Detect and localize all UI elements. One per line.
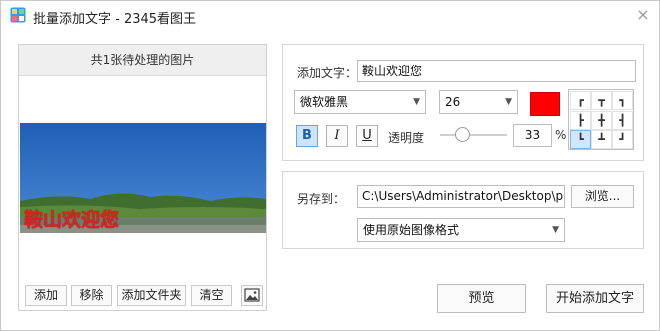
opacity-slider-track[interactable]	[440, 134, 507, 136]
image-format-select[interactable]: 使用原始图像格式 ▼	[357, 218, 565, 242]
position-middle-right-button[interactable]: ┫	[612, 110, 633, 130]
bold-button[interactable]: B	[296, 125, 318, 147]
position-bottom-center-button[interactable]: ┻	[591, 130, 612, 149]
font-family-select[interactable]: 微软雅黑 ▼	[294, 90, 426, 114]
chevron-down-icon: ▼	[413, 97, 420, 107]
underline-button[interactable]: U	[356, 125, 378, 147]
preview-button[interactable]: 预览	[437, 284, 526, 313]
chevron-down-icon: ▼	[552, 225, 559, 235]
position-top-left-button[interactable]: ┏	[570, 91, 591, 110]
font-family-value: 微软雅黑	[300, 95, 349, 109]
font-size-select[interactable]: 26 ▼	[439, 90, 518, 114]
save-path-field[interactable]: C:\Users\Administrator\Desktop\pic\	[357, 185, 565, 208]
position-top-right-button[interactable]: ┓	[612, 91, 633, 110]
add-image-button[interactable]: 添加	[25, 285, 67, 306]
save-to-label: 另存到：	[297, 192, 346, 206]
font-size-value: 26	[445, 95, 461, 109]
position-top-center-button[interactable]: ┳	[591, 91, 612, 110]
window-title: 批量添加文字 - 2345看图王	[33, 12, 197, 27]
text-color-swatch[interactable]	[530, 92, 560, 116]
image-format-value: 使用原始图像格式	[363, 223, 460, 237]
image-count-header: 共1张待处理的图片	[19, 45, 266, 76]
app-icon	[10, 7, 26, 23]
italic-button[interactable]: I	[326, 125, 348, 147]
image-icon[interactable]	[241, 285, 263, 306]
browse-button[interactable]: 浏览...	[571, 185, 634, 208]
close-icon[interactable]: ×	[633, 5, 653, 25]
batch-add-text-window: 批量添加文字 - 2345看图王 × 共1张待处理的图片 鞍山欢迎您 添加 移除…	[0, 0, 660, 331]
position-bottom-right-button[interactable]: ┛	[612, 130, 633, 149]
clear-list-button[interactable]: 清空	[191, 285, 232, 306]
position-grid: ┏ ┳ ┓ ┣ ╋ ┫ ┗ ┻ ┛	[568, 89, 634, 150]
image-list-panel: 共1张待处理的图片 鞍山欢迎您	[18, 44, 267, 311]
position-bottom-left-button[interactable]: ┗	[570, 130, 591, 149]
remove-image-button[interactable]: 移除	[71, 285, 112, 306]
add-folder-button[interactable]: 添加文件夹	[117, 285, 186, 306]
opacity-value-field[interactable]: 33	[513, 124, 552, 147]
text-input[interactable]: 鞍山欢迎您	[357, 60, 636, 82]
position-middle-left-button[interactable]: ┣	[570, 110, 591, 130]
title-bar: 批量添加文字 - 2345看图王 ×	[1, 1, 659, 33]
add-text-label: 添加文字：	[297, 66, 358, 80]
thumbnail-text-overlay: 鞍山欢迎您	[24, 209, 120, 231]
chevron-down-icon: ▼	[505, 97, 512, 107]
opacity-unit: %	[555, 128, 567, 142]
opacity-label: 透明度	[388, 131, 425, 145]
position-center-button[interactable]: ╋	[591, 110, 612, 130]
start-add-text-button[interactable]: 开始添加文字	[546, 284, 644, 313]
image-thumbnail[interactable]: 鞍山欢迎您	[20, 123, 266, 233]
